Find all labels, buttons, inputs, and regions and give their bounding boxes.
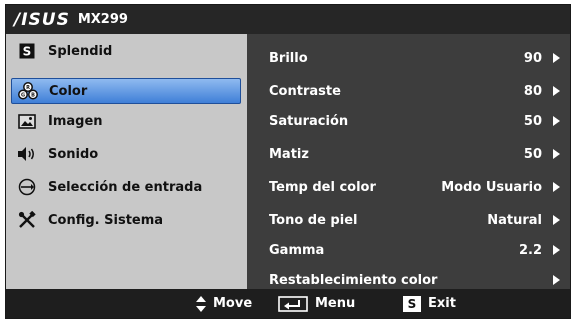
move-label: Move <box>213 296 253 311</box>
arrow-right-icon <box>553 116 560 126</box>
speaker-icon <box>16 144 38 164</box>
input-select-icon <box>16 177 38 197</box>
arrow-right-icon <box>553 149 560 159</box>
arrow-right-icon <box>553 53 560 63</box>
sidebar-item-label: Sonido <box>48 146 99 162</box>
arrow-right-icon <box>553 245 560 255</box>
setting-value: 80 <box>523 83 542 99</box>
svg-text:G: G <box>21 93 25 99</box>
footer-bar: Move Menu S Exit <box>6 289 570 318</box>
sidebar-item-label: Color <box>49 83 88 99</box>
setting-label: Restablecimiento color <box>269 272 438 288</box>
arrow-right-icon <box>553 182 560 192</box>
setting-row-tono-piel[interactable]: Tono de piel Natural <box>247 207 570 233</box>
setting-row-gamma[interactable]: Gamma 2.2 <box>247 237 570 263</box>
title-bar: /ISUS MX299 <box>6 5 570 34</box>
sidebar: S Splendid RGB Color Imagen Sonido Selec… <box>6 34 247 289</box>
setting-label: Saturación <box>269 113 349 129</box>
model-name: MX299 <box>77 12 128 27</box>
setting-value: 90 <box>523 50 542 66</box>
setting-label: Tono de piel <box>269 212 358 228</box>
menu-hint: Menu <box>278 289 355 318</box>
sidebar-item-seleccion-entrada[interactable]: Selección de entrada <box>11 174 241 200</box>
sidebar-item-label: Selección de entrada <box>48 179 203 195</box>
menu-label: Menu <box>315 296 356 311</box>
sidebar-item-color[interactable]: RGB Color <box>11 78 241 104</box>
setting-value: 50 <box>523 113 542 129</box>
svg-text:B: B <box>31 93 35 99</box>
settings-panel: Brillo 90 Contraste 80 Saturación 50 Mat… <box>247 34 570 289</box>
color-palette-icon: RGB <box>17 81 39 101</box>
exit-hint: S Exit <box>403 289 456 318</box>
sidebar-item-sonido[interactable]: Sonido <box>11 141 241 167</box>
osd-menu: /ISUS MX299 S Splendid RGB Color Imagen <box>5 4 571 319</box>
sidebar-item-config-sistema[interactable]: Config. Sistema <box>11 207 241 233</box>
sidebar-item-label: Config. Sistema <box>48 212 164 228</box>
arrow-right-icon <box>553 86 560 96</box>
sidebar-item-imagen[interactable]: Imagen <box>11 108 241 134</box>
setting-row-brillo[interactable]: Brillo 90 <box>247 45 570 71</box>
image-icon <box>16 111 38 131</box>
exit-s-key-icon: S <box>403 295 421 312</box>
svg-text:S: S <box>23 45 32 59</box>
sidebar-item-label: Splendid <box>48 43 113 59</box>
setting-row-matiz[interactable]: Matiz 50 <box>247 141 570 167</box>
setting-value: Modo Usuario <box>441 179 542 195</box>
sidebar-item-splendid[interactable]: S Splendid <box>11 38 241 64</box>
tools-icon <box>16 210 38 230</box>
setting-row-contraste[interactable]: Contraste 80 <box>247 78 570 104</box>
arrow-right-icon <box>553 215 560 225</box>
setting-value: 50 <box>523 146 542 162</box>
up-down-arrows-icon <box>196 295 206 312</box>
setting-label: Brillo <box>269 50 308 66</box>
enter-icon <box>278 295 308 312</box>
setting-value: 2.2 <box>518 242 542 258</box>
setting-value: Natural <box>487 212 542 228</box>
svg-text:R: R <box>26 85 30 91</box>
arrow-right-icon <box>553 275 560 285</box>
move-hint: Move <box>196 289 252 318</box>
setting-label: Gamma <box>269 242 325 258</box>
setting-row-temp-color[interactable]: Temp del color Modo Usuario <box>247 174 570 200</box>
setting-row-saturacion[interactable]: Saturación 50 <box>247 108 570 134</box>
splendid-s-icon: S <box>16 41 38 61</box>
sidebar-item-label: Imagen <box>48 113 103 129</box>
setting-label: Temp del color <box>269 179 376 195</box>
exit-label: Exit <box>428 296 456 311</box>
setting-label: Matiz <box>269 146 309 162</box>
asus-logo: /ISUS <box>14 9 70 30</box>
setting-label: Contraste <box>269 83 341 99</box>
